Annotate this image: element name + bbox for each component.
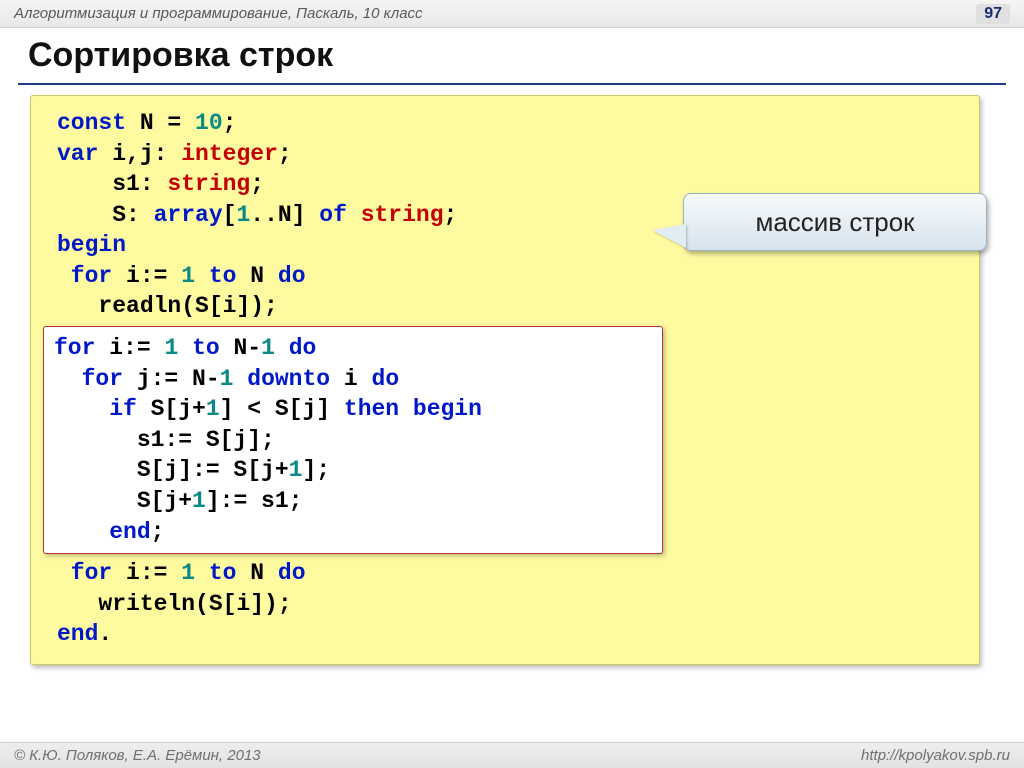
breadcrumb: Алгоритмизация и программирование, Паска… <box>14 5 423 22</box>
footer-url: http://kpolyakov.spb.ru <box>861 747 1010 764</box>
page-title: Сортировка строк <box>28 36 996 75</box>
code-block: массив строк const N = 10; var i,j: inte… <box>30 95 980 665</box>
footer-bar: © К.Ю. Поляков, Е.А. Ерёмин, 2013 http:/… <box>0 742 1024 768</box>
footer-copyright: © К.Ю. Поляков, Е.А. Ерёмин, 2013 <box>14 747 261 764</box>
code-pre-tail: for i:= 1 to N do writeln(S[i]); end. <box>57 558 953 650</box>
inner-code-pre: for i:= 1 to N-1 do for j:= N-1 downto i… <box>54 333 652 547</box>
header-bar: Алгоритмизация и программирование, Паска… <box>0 0 1024 28</box>
page-number: 97 <box>976 4 1010 24</box>
callout-text: массив строк <box>755 205 914 240</box>
title-wrap: Сортировка строк <box>0 28 1024 81</box>
content-area: массив строк const N = 10; var i,j: inte… <box>0 85 1024 665</box>
highlighted-code-block: for i:= 1 to N-1 do for j:= N-1 downto i… <box>43 326 663 554</box>
callout-bubble: массив строк <box>683 193 987 251</box>
callout-tail-icon <box>652 224 686 248</box>
